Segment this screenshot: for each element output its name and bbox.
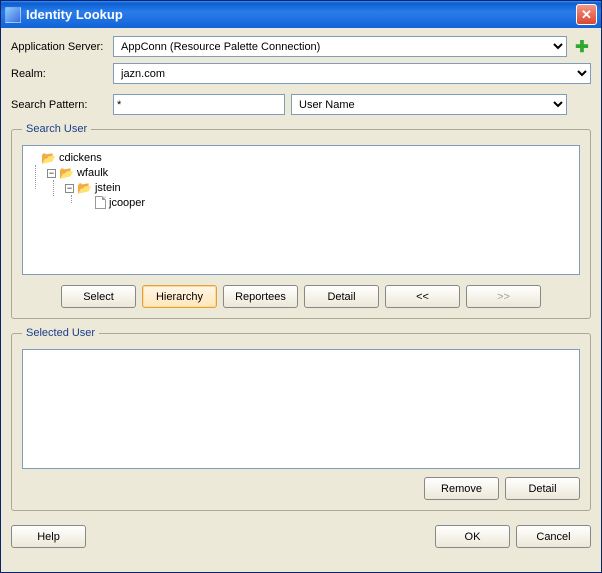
app-icon <box>5 7 21 23</box>
tree-node-cdickens[interactable]: 📂 cdickens <box>29 151 573 165</box>
collapse-toggle[interactable]: − <box>47 169 56 178</box>
tree-node-label: wfaulk <box>77 167 108 179</box>
folder-open-icon: 📂 <box>41 151 56 165</box>
search-pattern-input[interactable] <box>113 94 285 115</box>
detail-button[interactable]: Detail <box>304 285 379 308</box>
ok-button[interactable]: OK <box>435 525 510 548</box>
search-user-group: Search User 📂 cdickens − 📂 wfau <box>11 123 591 319</box>
selected-user-legend: Selected User <box>22 327 99 339</box>
application-server-select[interactable]: AppConn (Resource Palette Connection) <box>113 36 567 57</box>
prev-page-button[interactable]: << <box>385 285 460 308</box>
plus-icon: ✚ <box>575 37 588 57</box>
tree-node-jstein[interactable]: − 📂 jstein <box>65 181 573 195</box>
remove-button[interactable]: Remove <box>424 477 499 500</box>
select-button[interactable]: Select <box>61 285 136 308</box>
tree-node-label: jcooper <box>109 197 145 209</box>
selected-user-list[interactable] <box>22 349 580 469</box>
window-title: Identity Lookup <box>26 7 576 22</box>
cancel-button[interactable]: Cancel <box>516 525 591 548</box>
next-page-button[interactable]: >> <box>466 285 541 308</box>
reportees-button[interactable]: Reportees <box>223 285 298 308</box>
tree-node-jcooper[interactable]: jcooper <box>83 196 573 209</box>
tree-node-label: cdickens <box>59 152 102 164</box>
realm-label: Realm: <box>11 68 107 80</box>
user-tree[interactable]: 📂 cdickens − 📂 wfaulk <box>22 145 580 275</box>
realm-select[interactable]: jazn.com <box>113 63 591 84</box>
search-pattern-label: Search Pattern: <box>11 99 107 111</box>
close-button[interactable]: ✕ <box>576 4 597 25</box>
file-icon <box>95 196 106 209</box>
tree-node-label: jstein <box>95 182 121 194</box>
help-button[interactable]: Help <box>11 525 86 548</box>
selected-user-group: Selected User Remove Detail <box>11 327 591 511</box>
folder-open-icon: 📂 <box>77 181 92 195</box>
collapse-toggle[interactable]: − <box>65 184 74 193</box>
application-server-label: Application Server: <box>11 41 107 53</box>
search-type-select[interactable]: User Name <box>291 94 567 115</box>
title-bar: Identity Lookup ✕ <box>1 1 601 28</box>
add-connection-button[interactable]: ✚ <box>573 38 591 56</box>
run-search-button[interactable] <box>573 96 591 114</box>
detail-selected-button[interactable]: Detail <box>505 477 580 500</box>
search-user-legend: Search User <box>22 123 91 135</box>
hierarchy-button[interactable]: Hierarchy <box>142 285 217 308</box>
folder-open-icon: 📂 <box>59 166 74 180</box>
tree-node-wfaulk[interactable]: − 📂 wfaulk <box>47 166 573 180</box>
